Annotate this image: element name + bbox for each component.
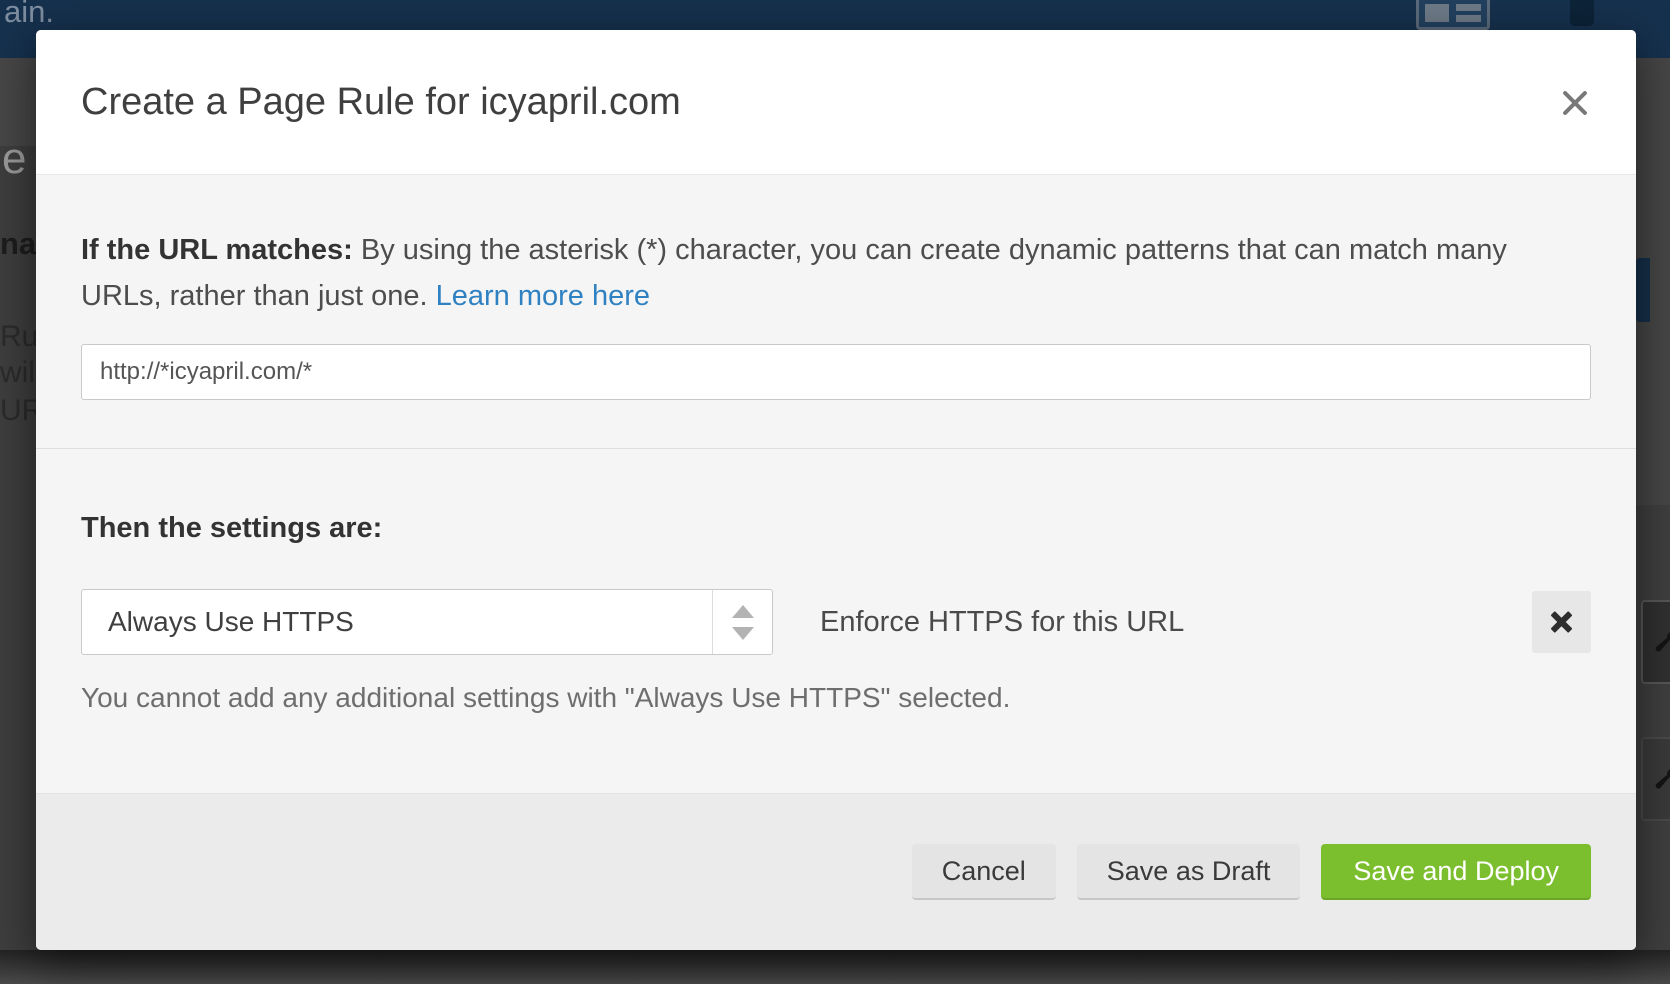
chevron-down-icon	[732, 627, 754, 640]
layout-cards-icon	[1416, 0, 1490, 30]
url-pattern-input[interactable]	[81, 344, 1591, 400]
chevron-up-icon	[732, 605, 754, 618]
modal-footer: Cancel Save as Draft Save and Deploy	[36, 793, 1636, 950]
setting-description: Enforce HTTPS for this URL	[820, 606, 1184, 639]
page-text-fragment: will	[0, 356, 36, 390]
create-page-rule-modal: Create a Page Rule for icyapril.com If t…	[36, 30, 1636, 950]
dimmed-page-right-strip	[1636, 58, 1670, 984]
save-and-deploy-button[interactable]: Save and Deploy	[1321, 844, 1591, 900]
close-icon[interactable]	[1554, 82, 1596, 124]
wrench-icon	[1649, 627, 1670, 657]
settings-heading: Then the settings are:	[81, 512, 1591, 545]
remove-setting-button[interactable]	[1532, 591, 1591, 653]
url-match-description: If the URL matches: By using the asteris…	[81, 227, 1556, 319]
page-text-fragment: e	[2, 134, 26, 184]
page-text-fragment: UR	[0, 394, 36, 428]
section-divider	[36, 448, 1636, 449]
background-wrench-button	[1641, 737, 1670, 821]
save-as-draft-button[interactable]: Save as Draft	[1077, 844, 1301, 900]
page-text-fragment: nav	[0, 226, 36, 262]
modal-header: Create a Page Rule for icyapril.com	[36, 30, 1636, 175]
setting-select-value: Always Use HTTPS	[82, 590, 712, 654]
navbar-pill-icon	[1570, 0, 1594, 26]
setting-note: You cannot add any additional settings w…	[81, 682, 1591, 714]
select-stepper[interactable]	[712, 590, 772, 654]
modal-drop-shadow-area	[0, 950, 1670, 984]
dimmed-page-left-strip: e nav Ru will UR	[0, 58, 36, 984]
learn-more-link[interactable]: Learn more here	[436, 280, 650, 312]
setting-select[interactable]: Always Use HTTPS	[81, 589, 773, 655]
background-blue-button-fragment	[1636, 258, 1650, 322]
background-wrench-button	[1641, 600, 1670, 684]
cancel-button[interactable]: Cancel	[912, 844, 1056, 900]
navbar-text-fragment: ain.	[4, 0, 54, 30]
wrench-icon	[1649, 764, 1670, 794]
modal-body: If the URL matches: By using the asteris…	[36, 175, 1636, 793]
setting-row: Always Use HTTPS Enforce HTTPS for this …	[81, 589, 1591, 655]
url-match-label: If the URL matches:	[81, 234, 353, 266]
modal-title: Create a Page Rule for icyapril.com	[81, 81, 681, 124]
page-text-fragment: Ru	[0, 320, 36, 354]
